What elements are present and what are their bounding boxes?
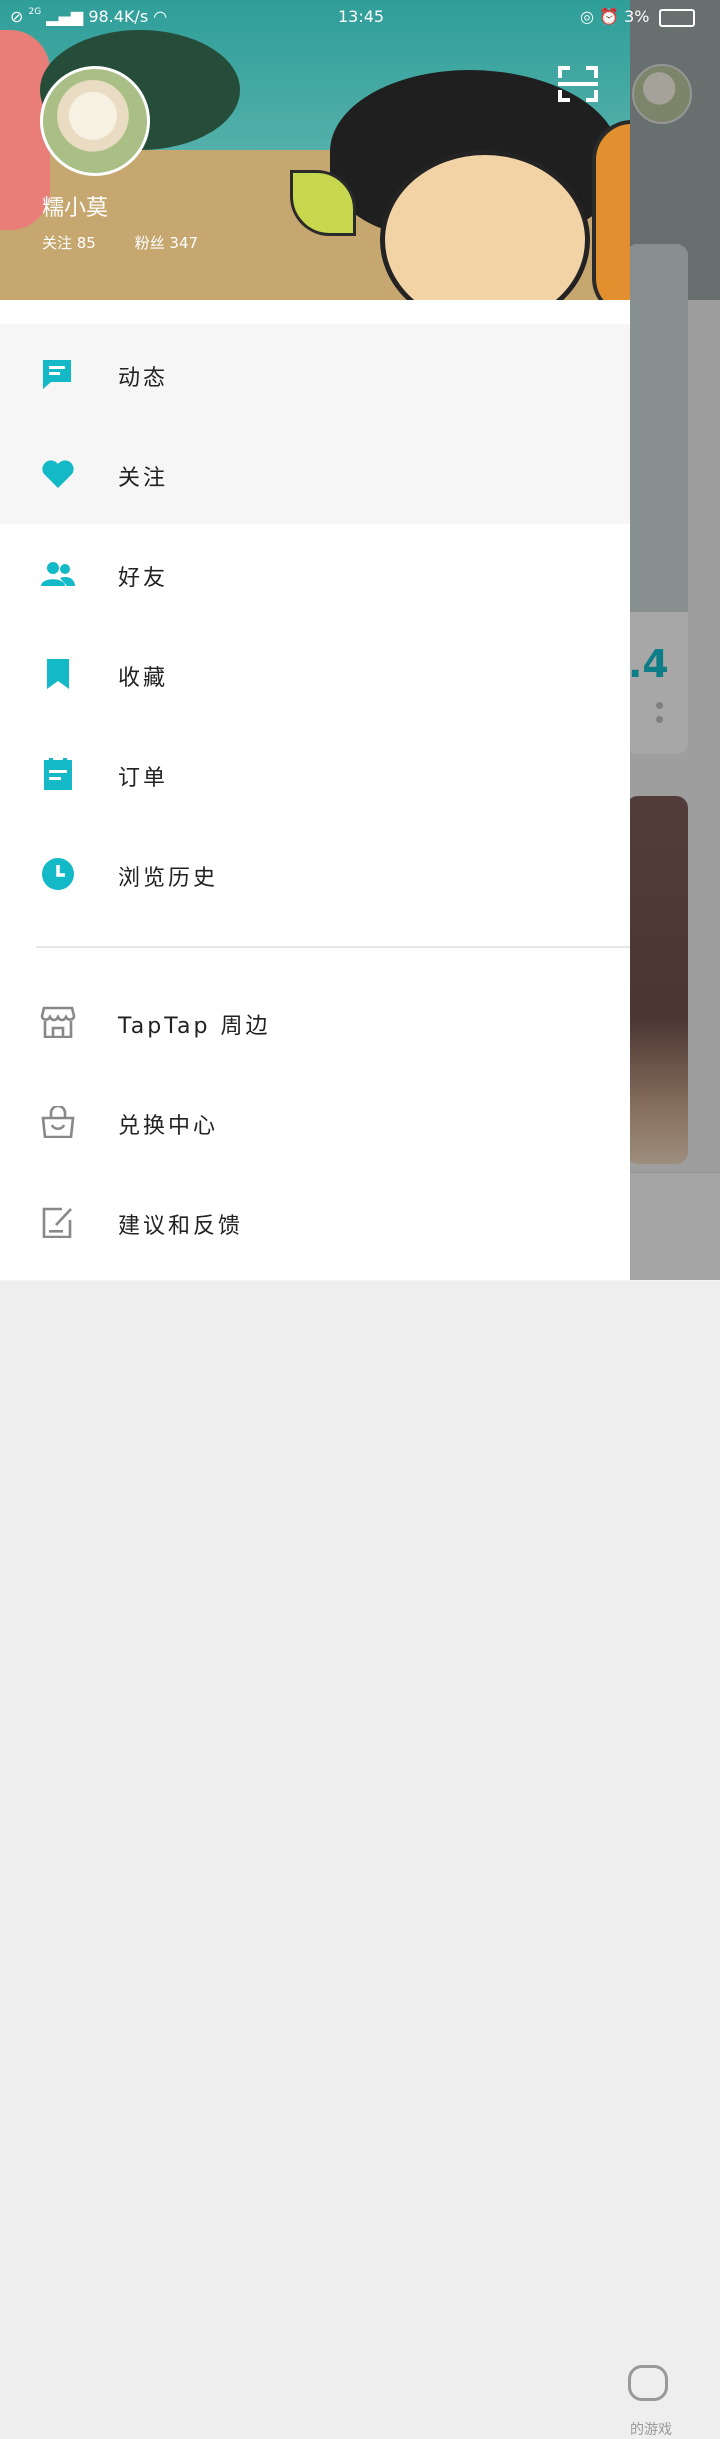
menu-item-label: 订单: [118, 766, 169, 791]
signal-icon: ▂▄▆: [46, 7, 84, 26]
clipboard-icon: [44, 758, 72, 790]
heart-icon: [42, 460, 74, 488]
signal-label: 2G: [28, 7, 42, 17]
username[interactable]: 糯小莫: [42, 190, 108, 222]
menu-item-label: 好友: [118, 566, 169, 591]
menu-item-feed[interactable]: 动态: [0, 324, 630, 424]
menu-item-feedback[interactable]: 建议和反馈: [0, 1172, 630, 1272]
store-icon: [40, 1006, 76, 1038]
status-time: 13:45: [338, 7, 385, 26]
menu-item-redeem[interactable]: 兑换中心: [0, 1072, 630, 1172]
menu-item-label: 关注: [118, 466, 169, 491]
avatar[interactable]: [40, 66, 150, 176]
menu-item-label: 浏览历史: [118, 866, 219, 891]
menu-item-favorites[interactable]: 收藏: [0, 624, 630, 724]
menu-item-label: 建议和反馈: [118, 1214, 244, 1239]
menu-item-following[interactable]: 关注: [0, 424, 630, 524]
alarm-icon: ⏰: [599, 7, 619, 26]
menu-divider: [36, 946, 630, 948]
network-speed: 98.4K/s: [88, 7, 149, 26]
shopping-bag-icon: [41, 1106, 75, 1138]
menu-item-orders[interactable]: 订单: [0, 724, 630, 824]
no-sim-icon: ⊘: [10, 7, 24, 26]
menu-item-merch[interactable]: TapTap 周边: [0, 972, 630, 1072]
gamepad-icon: [628, 2365, 668, 2401]
following-count[interactable]: 关注 85: [42, 234, 96, 252]
profile-stats: 关注 85 粉丝 347: [42, 232, 232, 253]
menu-item-label: 收藏: [118, 666, 169, 691]
background-tab-label: 的游戏: [630, 2422, 672, 2438]
edit-icon: [42, 1207, 72, 1238]
scan-icon[interactable]: [558, 66, 598, 102]
battery-icon: [658, 8, 695, 27]
menu-spacer: [0, 300, 630, 324]
clock-icon: [42, 858, 74, 890]
menu-item-friends[interactable]: 好友: [0, 524, 630, 624]
people-icon: [41, 562, 75, 586]
followers-count[interactable]: 粉丝 347: [135, 234, 198, 252]
menu-item-history[interactable]: 浏览历史: [0, 824, 630, 924]
profile-header: 糯小莫 关注 85 粉丝 347: [0, 0, 630, 300]
headphones-icon: ◎: [580, 7, 594, 26]
status-left: ⊘ 2G ▂▄▆ 98.4K/s ◠: [10, 7, 167, 26]
battery-percent: 3%: [624, 7, 650, 26]
status-right: ◎ ⏰ 3%: [580, 7, 695, 27]
status-bar: ⊘ 2G ▂▄▆ 98.4K/s ◠ 13:45 ◎ ⏰ 3%: [0, 0, 720, 36]
menu-item-label: TapTap 周边: [118, 1014, 271, 1039]
chat-icon: [43, 360, 71, 389]
wifi-icon: ◠: [153, 7, 168, 26]
bookmark-icon: [47, 659, 69, 689]
header-illustration-figure: [592, 120, 630, 300]
menu-item-label: 兑换中心: [118, 1114, 219, 1139]
menu-item-label: 动态: [118, 366, 169, 391]
navigation-drawer: 糯小莫 关注 85 粉丝 347 动态 关注 好友 收藏 订单 浏览历史 Tap…: [0, 0, 630, 1280]
